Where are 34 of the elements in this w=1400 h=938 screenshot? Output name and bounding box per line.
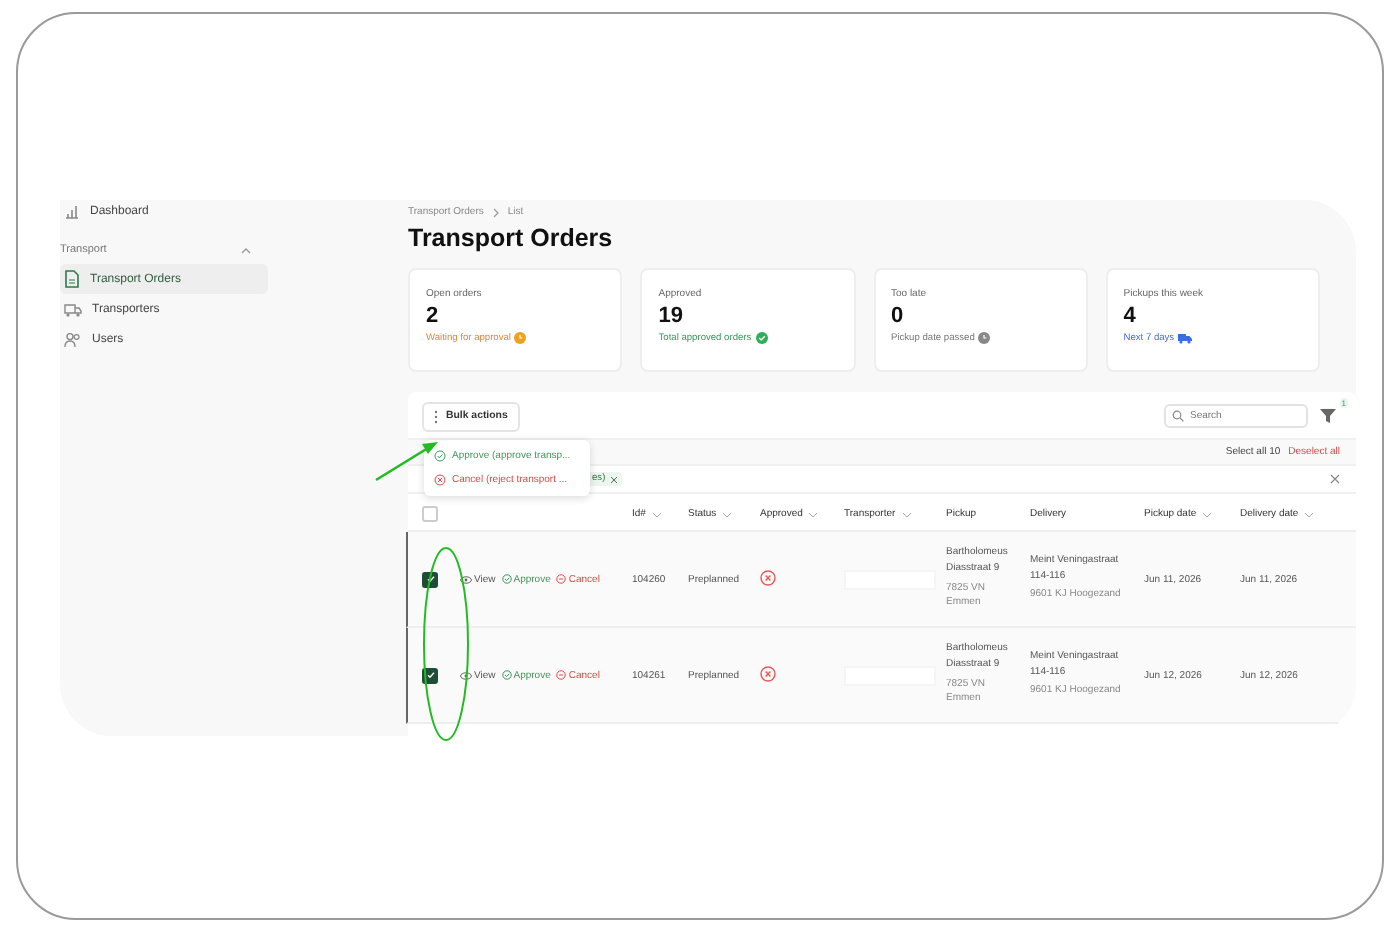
minus-icon bbox=[556, 574, 567, 584]
chevron-icon bbox=[808, 511, 819, 517]
cancel-icon bbox=[434, 474, 446, 486]
search-icon bbox=[1172, 410, 1184, 422]
eye-icon bbox=[460, 575, 472, 583]
check-icon bbox=[434, 450, 446, 462]
truck-icon bbox=[64, 301, 82, 317]
eye-icon bbox=[460, 671, 472, 679]
clock-icon bbox=[514, 332, 527, 344]
check-icon bbox=[755, 332, 768, 344]
stat-value: 2 bbox=[426, 304, 441, 328]
stat-value: 4 bbox=[1123, 304, 1138, 328]
chevron-icon bbox=[651, 511, 662, 517]
page-title: Transport Orders bbox=[408, 224, 615, 252]
chevron-icon bbox=[1202, 511, 1213, 517]
check-icon bbox=[501, 574, 512, 584]
close-icon[interactable] bbox=[1330, 474, 1340, 484]
annotation-arrow bbox=[374, 441, 437, 481]
stat-value: 19 bbox=[658, 304, 685, 328]
chevron-icon bbox=[1304, 511, 1315, 517]
stat-value: 0 bbox=[891, 304, 906, 328]
close-icon[interactable] bbox=[609, 475, 618, 483]
users-icon bbox=[64, 331, 82, 347]
chart-icon bbox=[64, 204, 80, 220]
document-icon bbox=[64, 270, 80, 288]
chevron-icon bbox=[491, 207, 500, 217]
chevron-icon bbox=[722, 511, 733, 517]
check-icon bbox=[501, 670, 512, 680]
truck-icon bbox=[1178, 332, 1193, 344]
filter-icon[interactable] bbox=[1320, 408, 1336, 424]
chevron-icon bbox=[901, 511, 912, 517]
chevron-icon bbox=[240, 246, 252, 254]
minus-icon bbox=[556, 670, 567, 680]
clock-icon bbox=[978, 332, 991, 344]
